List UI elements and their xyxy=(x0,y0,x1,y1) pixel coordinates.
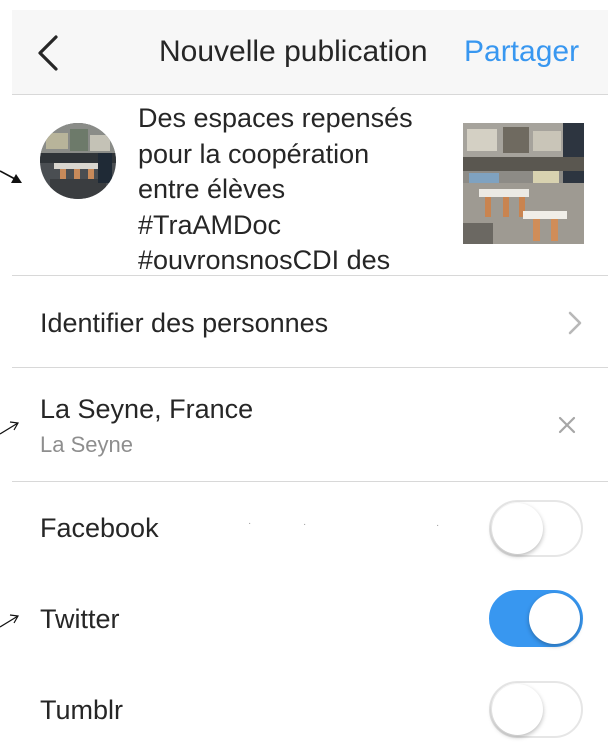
annotation-arrow-icon xyxy=(0,614,19,628)
share-label: Tumblr xyxy=(40,695,124,725)
toggle-knob xyxy=(492,503,543,554)
header-bar: Nouvelle publication Partager xyxy=(12,10,608,95)
location-name: La Seyne, France xyxy=(40,394,254,424)
chevron-right-icon xyxy=(568,311,582,335)
chevron-left-icon xyxy=(38,35,58,71)
back-button[interactable] xyxy=(34,34,64,72)
divider xyxy=(12,481,608,482)
share-label: Facebook xyxy=(40,513,159,543)
toggle-knob xyxy=(529,593,580,644)
post-thumbnail xyxy=(463,123,584,244)
tumblr-toggle[interactable] xyxy=(489,681,583,738)
close-icon[interactable] xyxy=(556,414,578,436)
tag-people-label: Identifier des personnes xyxy=(40,308,329,338)
caption-input[interactable]: Des espaces repensés pour la coopération… xyxy=(138,101,458,271)
post-composer: Des espaces repensés pour la coopération… xyxy=(12,95,608,275)
divider xyxy=(12,367,608,368)
twitter-toggle[interactable] xyxy=(489,590,583,647)
divider xyxy=(12,275,608,276)
page-title: Nouvelle publication xyxy=(159,35,428,68)
facebook-toggle[interactable] xyxy=(489,500,583,557)
annotation-arrow-icon xyxy=(0,421,19,435)
annotation-arrow-icon xyxy=(0,170,22,183)
noise-dot: · xyxy=(303,519,307,530)
new-post-screen: Nouvelle publication Partager Des espace… xyxy=(0,0,608,749)
avatar xyxy=(40,123,116,199)
share-label: Twitter xyxy=(40,604,120,634)
location-subtitle: La Seyne xyxy=(40,432,133,457)
toggle-knob xyxy=(492,684,543,735)
share-button[interactable]: Partager xyxy=(464,32,579,72)
noise-dot: · xyxy=(436,520,440,531)
noise-dot: · xyxy=(248,518,252,529)
